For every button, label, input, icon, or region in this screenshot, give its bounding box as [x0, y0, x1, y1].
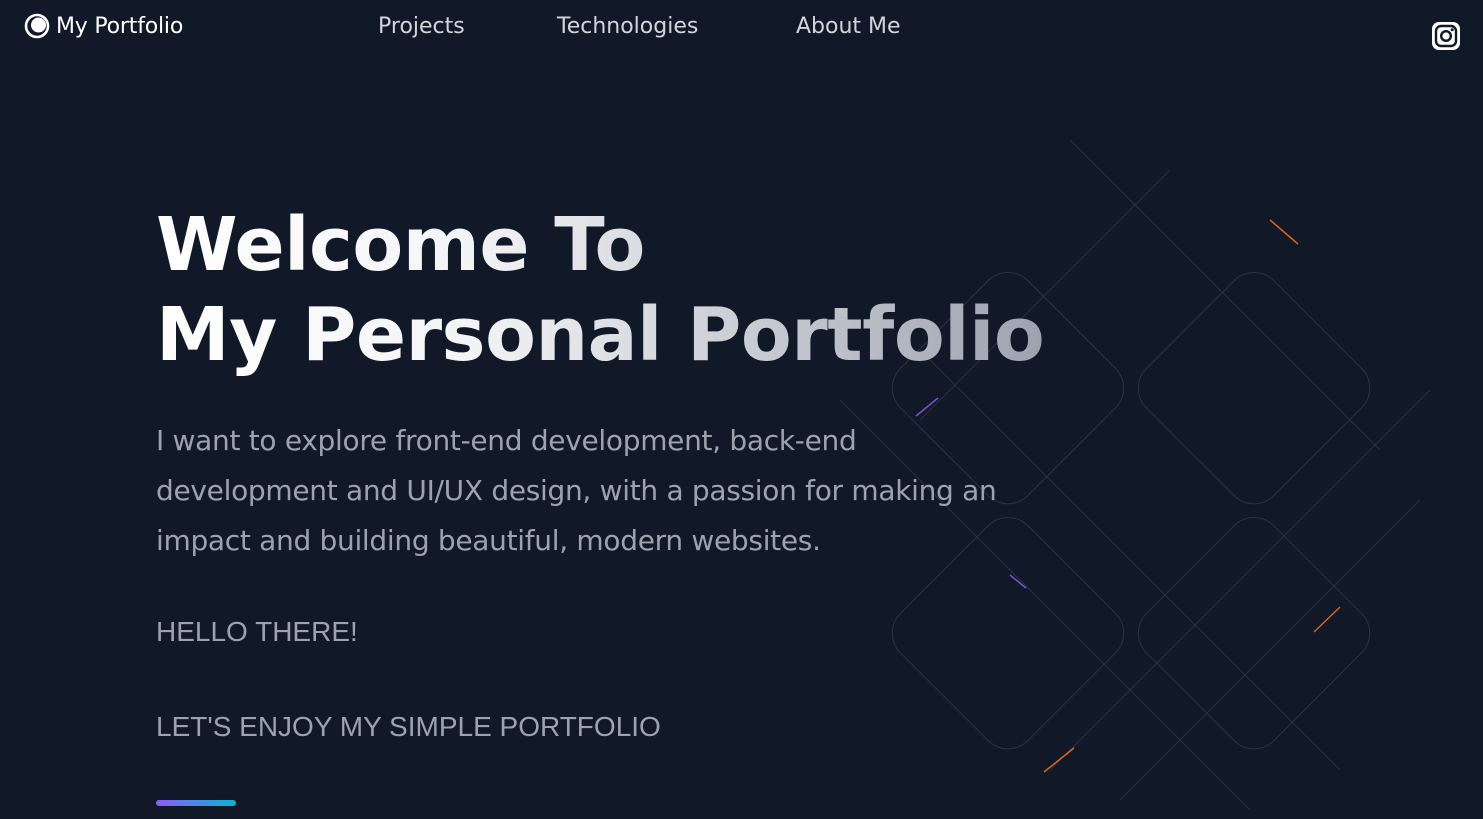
tagline-text: LET'S ENJOY MY SIMPLE PORTFOLIO: [156, 711, 661, 742]
hero-description: I want to explore front-end development,…: [156, 424, 997, 557]
brand-name: My Portfolio: [56, 13, 184, 39]
brand-logo-icon: [24, 13, 50, 39]
accent-divider: [156, 800, 236, 806]
instagram-link[interactable]: [1431, 21, 1461, 51]
hero-title-line-1: Welcome To: [156, 202, 645, 288]
instagram-icon: [1432, 22, 1460, 50]
hero-title-line-2: My Personal Portfolio: [156, 292, 1045, 378]
nav-link-projects[interactable]: Projects: [378, 14, 465, 39]
top-navigation: My Portfolio Projects Technologies About…: [0, 0, 1483, 60]
nav-link-about-me[interactable]: About Me: [796, 14, 901, 39]
nav-link-technologies[interactable]: Technologies: [557, 14, 698, 39]
hero-title: Welcome To My Personal Portfolio: [156, 200, 1044, 380]
greeting-text: HELLO THERE!: [156, 616, 358, 647]
brand-link[interactable]: My Portfolio: [24, 13, 183, 39]
